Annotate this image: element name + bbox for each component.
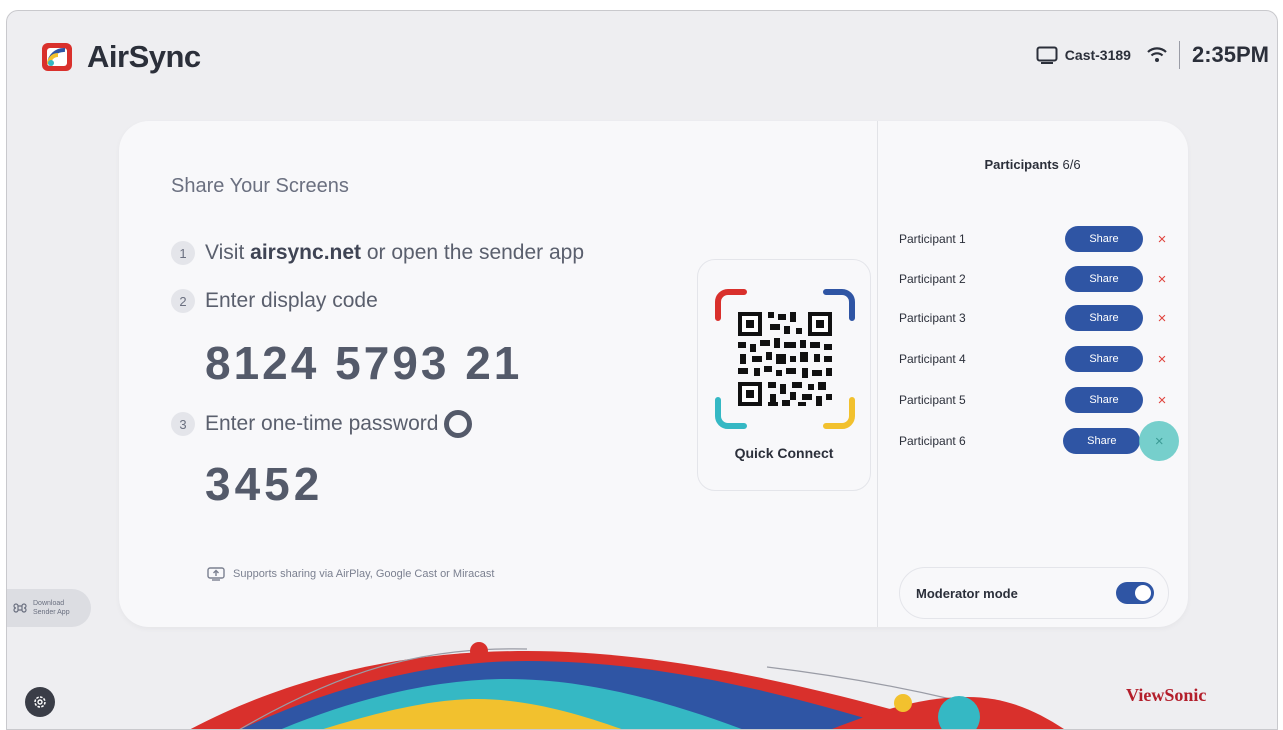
participant-name: Participant 1 [899,232,966,246]
step-text: Visit airsync.net or open the sender app [205,241,585,264]
screen-share-icon [207,567,225,581]
gear-icon [34,696,46,708]
card-divider [877,121,878,627]
step-display-code: 2 Enter display code [171,289,378,313]
moderator-label: Moderator mode [916,585,1018,601]
step-number: 2 [171,289,195,313]
download-label: Download Sender App [33,600,70,616]
close-icon[interactable]: × [1149,387,1175,413]
moderator-mode-row: Moderator mode [899,567,1169,619]
close-icon[interactable]: × [1149,305,1175,331]
supports-note: Supports sharing via AirPlay, Google Cas… [207,567,494,581]
share-button[interactable]: Share [1065,305,1143,331]
step-number: 1 [171,241,195,265]
quick-connect-label: Quick Connect [734,445,834,461]
cast-name: Cast-3189 [1064,47,1131,63]
qr-code-icon [715,289,855,429]
website-link[interactable]: airsync.net [250,241,361,264]
quick-connect-card[interactable]: Quick Connect [697,259,871,491]
close-icon[interactable]: × [1149,266,1175,292]
wifi-icon [1147,47,1167,63]
display-icon [1036,46,1058,64]
one-time-password: 3452 [205,458,324,510]
status-divider [1178,41,1180,69]
status-bar: Cast-3189 2:35PM [1036,41,1269,69]
participant-row: Participant 4 Share × [899,346,1179,372]
app-window: AirSync Cast-3189 2:35PM Share Your Scre… [6,10,1278,730]
decorative-waves [190,642,1064,729]
participant-name: Participant 5 [899,393,966,407]
app-name: AirSync [87,39,201,74]
share-button[interactable]: Share [1063,428,1141,454]
share-button[interactable]: Share [1065,346,1143,372]
close-icon[interactable]: × [1139,421,1179,461]
step-text: Enter one-time password [205,412,439,435]
participant-row: Participant 6 Share × [899,421,1179,461]
command-icon [13,603,27,613]
participant-name: Participant 2 [899,272,966,286]
step-password: 3 Enter one-time password [171,410,473,438]
participant-row: Participant 3 Share × [899,305,1179,331]
step-number: 3 [171,412,195,436]
download-sender-app-button[interactable]: Download Sender App [7,589,91,627]
share-button[interactable]: Share [1065,226,1143,252]
close-icon[interactable]: × [1149,226,1175,252]
participants-count: 6/6 [1062,157,1081,172]
viewsonic-logo: ViewSonic [1126,685,1207,705]
participant-name: Participant 3 [899,311,966,325]
step-text: Enter display code [205,289,378,312]
supports-text: Supports sharing via AirPlay, Google Cas… [233,568,495,580]
share-button[interactable]: Share [1065,387,1143,413]
settings-button[interactable] [25,687,55,717]
step-visit: 1 Visit airsync.net or open the sender a… [171,241,584,265]
moderator-toggle[interactable] [1116,582,1154,604]
participant-name: Participant 4 [899,352,966,366]
share-card: Share Your Screens 1 Visit airsync.net o… [119,121,1188,627]
share-button[interactable]: Share [1065,266,1143,292]
refresh-timer-icon [444,410,473,438]
participant-row: Participant 2 Share × [899,266,1179,292]
airsync-logo-icon [42,43,72,71]
app-logo: AirSync [39,37,201,77]
display-code: 8124 5793 21 [205,337,523,389]
share-title: Share Your Screens [171,175,349,197]
close-icon[interactable]: × [1149,346,1175,372]
participant-name: Participant 6 [899,434,966,448]
participant-row: Participant 1 Share × [899,226,1179,252]
participant-row: Participant 5 Share × [899,387,1179,413]
clock: 2:35PM [1191,42,1269,67]
participants-title: Participants 6/6 [984,157,1081,172]
